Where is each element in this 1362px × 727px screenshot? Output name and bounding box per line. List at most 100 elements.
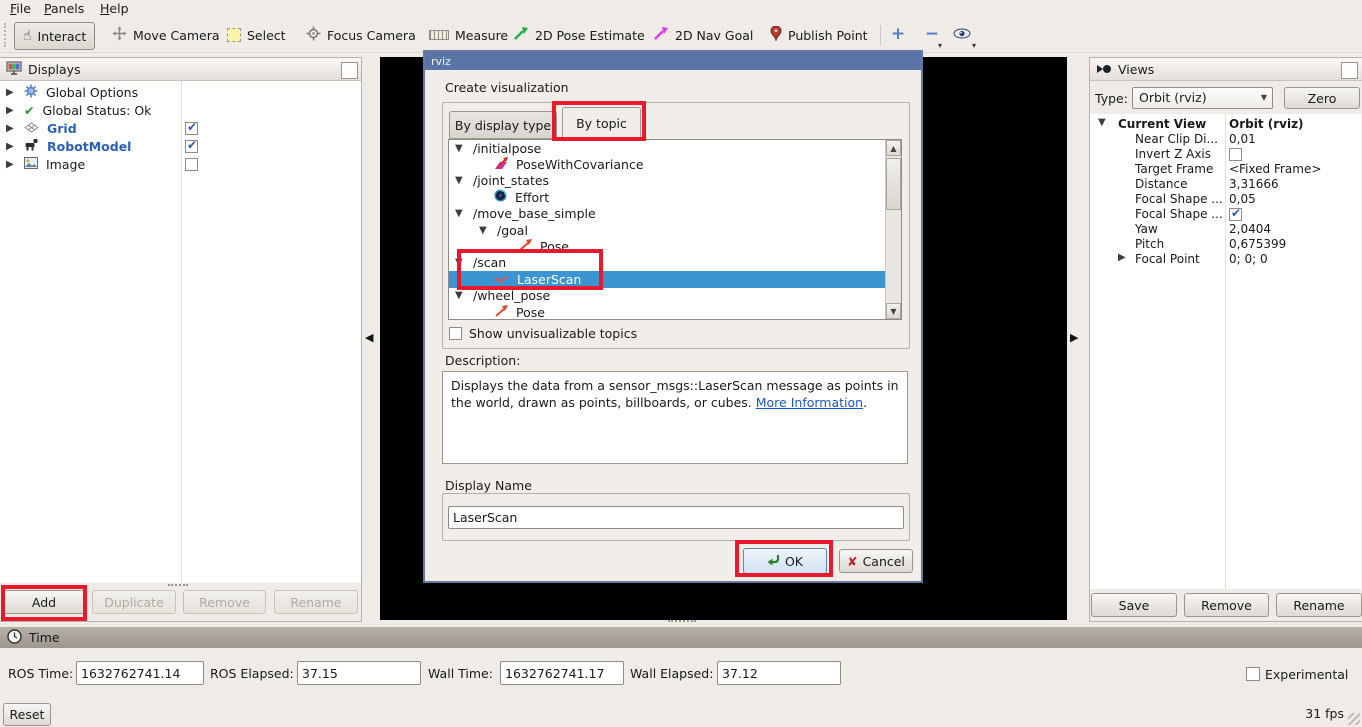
- tool-focus-camera[interactable]: Focus Camera: [298, 22, 424, 48]
- image-enabled-checkbox[interactable]: [185, 158, 198, 171]
- cancel-button[interactable]: ✘ Cancel: [839, 549, 913, 573]
- views-float-button[interactable]: [1341, 62, 1358, 79]
- expander-closed-icon[interactable]: ▶: [6, 123, 18, 134]
- property-value[interactable]: 0,05: [1229, 192, 1256, 206]
- remove-tool-dropdown-icon[interactable]: ▾: [938, 41, 942, 50]
- scroll-up-icon[interactable]: ▲: [886, 140, 901, 156]
- remove-display-button[interactable]: Remove: [183, 590, 266, 614]
- topic-label[interactable]: Pose: [540, 239, 569, 254]
- property-value[interactable]: 2,0404: [1229, 222, 1271, 236]
- property-value[interactable]: 3,31666: [1229, 177, 1279, 191]
- topic-label[interactable]: /move_base_simple: [473, 206, 596, 221]
- property-name[interactable]: Current View: [1118, 117, 1206, 131]
- tool-2d-nav-goal[interactable]: 2D Nav Goal: [645, 22, 761, 48]
- robotmodel-enabled-checkbox[interactable]: [185, 140, 198, 153]
- viewport-splitter-handle[interactable]: [668, 620, 696, 625]
- tool-2d-pose-estimate[interactable]: 2D Pose Estimate: [505, 22, 653, 48]
- property-value[interactable]: 0,01: [1229, 132, 1256, 146]
- invert-z-axis-checkbox[interactable]: [1229, 148, 1242, 161]
- displays-float-button[interactable]: [341, 62, 358, 79]
- rename-display-button[interactable]: Rename: [274, 590, 358, 614]
- expander-open-icon[interactable]: ▼: [1098, 117, 1110, 128]
- expander-open-icon[interactable]: ▼: [455, 175, 467, 186]
- duplicate-display-button[interactable]: Duplicate: [92, 590, 176, 614]
- dialog-titlebar[interactable]: rviz: [425, 52, 921, 70]
- expander-open-icon[interactable]: ▼: [479, 225, 491, 236]
- menu-help[interactable]: Help: [100, 1, 129, 16]
- tool-publish-point[interactable]: Publish Point: [762, 22, 876, 48]
- property-name[interactable]: Target Frame: [1135, 162, 1213, 176]
- add-tool-button[interactable]: +: [886, 22, 910, 46]
- property-name[interactable]: Focal Shape ...: [1135, 207, 1223, 221]
- expander-closed-icon[interactable]: ▶: [6, 87, 18, 98]
- topic-label[interactable]: LaserScan: [517, 272, 581, 287]
- ros-time-input[interactable]: [76, 661, 204, 685]
- display-row-label[interactable]: RobotModel: [47, 139, 131, 154]
- topic-label[interactable]: /joint_states: [473, 173, 549, 188]
- experimental-checkbox[interactable]: [1246, 667, 1260, 681]
- topic-label[interactable]: /scan: [473, 255, 506, 270]
- topic-label[interactable]: /wheel_pose: [473, 288, 550, 303]
- displays-splitter-handle[interactable]: [168, 584, 188, 589]
- menu-panels[interactable]: Panels: [44, 1, 84, 16]
- expander-closed-icon[interactable]: ▶: [6, 105, 18, 116]
- property-value[interactable]: Orbit (rviz): [1229, 117, 1304, 131]
- wall-time-input[interactable]: [500, 661, 624, 685]
- scrollbar-thumb[interactable]: [886, 158, 901, 210]
- grid-enabled-checkbox[interactable]: [185, 122, 198, 135]
- topic-label[interactable]: /initialpose: [473, 141, 541, 156]
- add-display-button[interactable]: Add: [3, 590, 85, 614]
- display-row-label[interactable]: Global Status: Ok: [42, 103, 151, 118]
- property-name[interactable]: Invert Z Axis: [1135, 147, 1211, 161]
- topic-label[interactable]: /goal: [497, 223, 528, 238]
- property-name[interactable]: Distance: [1135, 177, 1187, 191]
- collapse-left-panel-icon[interactable]: ◀: [365, 331, 373, 344]
- expander-closed-icon[interactable]: ▶: [6, 141, 18, 152]
- ok-button[interactable]: OK: [743, 548, 827, 574]
- property-value[interactable]: 0; 0; 0: [1229, 252, 1268, 266]
- reset-button[interactable]: Reset: [3, 703, 51, 726]
- menu-file[interactable]: File: [10, 1, 31, 16]
- scroll-down-icon[interactable]: ▼: [886, 303, 901, 319]
- topic-tree-scrollbar[interactable]: ▲ ▼: [885, 140, 901, 319]
- property-name[interactable]: Focal Shape ...: [1135, 192, 1223, 206]
- display-row-label[interactable]: Image: [46, 157, 85, 172]
- tab-by-display-type[interactable]: By display type: [449, 111, 557, 139]
- topic-label[interactable]: PoseWithCovariance: [516, 157, 644, 172]
- rename-view-button[interactable]: Rename: [1276, 593, 1362, 617]
- view-type-combobox[interactable]: Orbit (rviz) ▼: [1132, 87, 1273, 109]
- expander-open-icon[interactable]: ▼: [455, 208, 467, 219]
- focal-shape-fixed-checkbox[interactable]: [1229, 208, 1242, 221]
- property-name[interactable]: Yaw: [1135, 222, 1158, 236]
- tool-move-camera[interactable]: Move Camera: [104, 22, 228, 48]
- tool-properties-dropdown-icon[interactable]: ▾: [972, 41, 976, 50]
- toolbar-drag-handle[interactable]: [4, 23, 9, 47]
- topic-label[interactable]: Pose: [516, 305, 545, 320]
- collapse-right-panel-icon[interactable]: ▶: [1070, 331, 1078, 344]
- topic-row-selected[interactable]: LaserScan: [449, 271, 885, 287]
- tab-by-topic[interactable]: By topic: [562, 107, 641, 140]
- resize-grip[interactable]: [1348, 713, 1360, 725]
- save-view-button[interactable]: Save: [1091, 593, 1177, 617]
- property-value[interactable]: <Fixed Frame>: [1229, 162, 1321, 176]
- tool-measure[interactable]: Measure: [421, 22, 516, 48]
- ros-elapsed-input[interactable]: [297, 661, 421, 685]
- wall-elapsed-input[interactable]: [717, 661, 841, 685]
- show-unvisualizable-checkbox[interactable]: [449, 327, 462, 340]
- topic-label[interactable]: Effort: [515, 190, 549, 205]
- property-name[interactable]: Near Clip Di...: [1135, 132, 1218, 146]
- zero-view-button[interactable]: Zero: [1284, 87, 1360, 109]
- property-name[interactable]: Pitch: [1135, 237, 1164, 251]
- property-value[interactable]: 0,675399: [1229, 237, 1286, 251]
- tool-select[interactable]: Select: [219, 22, 294, 48]
- more-information-link[interactable]: More Information: [756, 395, 863, 410]
- expander-open-icon[interactable]: ▼: [455, 257, 467, 268]
- property-name[interactable]: Focal Point: [1135, 252, 1200, 266]
- tool-interact[interactable]: ☝ Interact: [14, 22, 95, 50]
- expander-open-icon[interactable]: ▼: [455, 143, 467, 154]
- expander-closed-icon[interactable]: ▶: [1118, 252, 1130, 263]
- tool-properties-button[interactable]: [950, 22, 974, 46]
- expander-open-icon[interactable]: ▼: [455, 290, 467, 301]
- display-row-label[interactable]: Grid: [47, 121, 77, 136]
- display-name-input[interactable]: [448, 506, 904, 529]
